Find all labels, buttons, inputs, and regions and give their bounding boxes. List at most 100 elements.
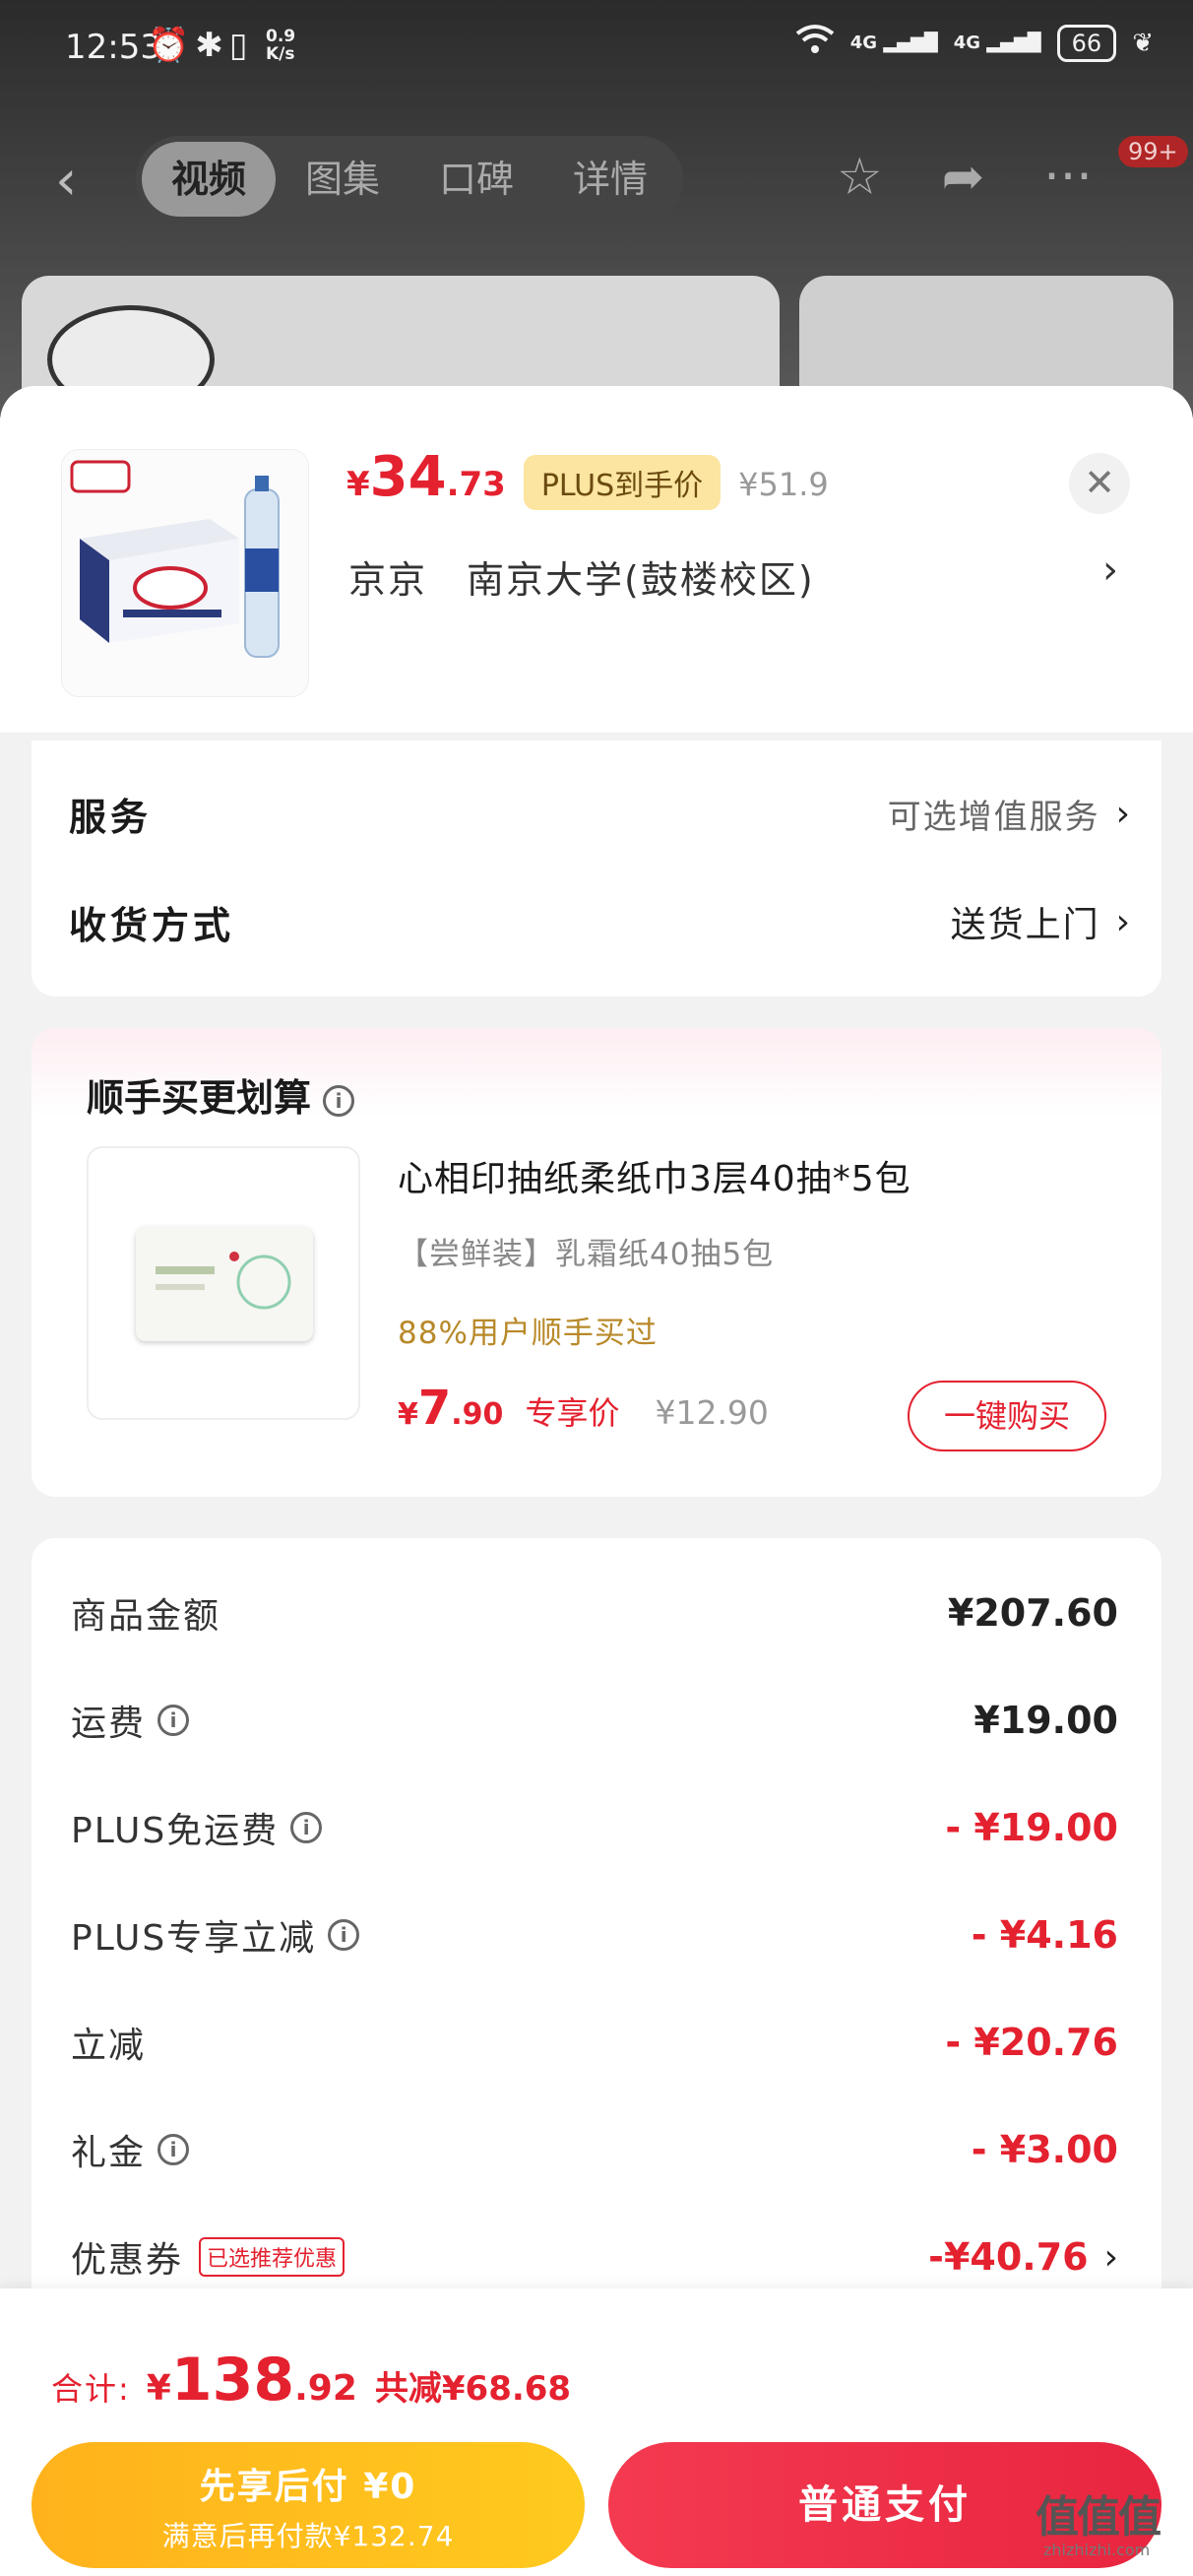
summary-value: ¥207.60 [947, 1591, 1118, 1635]
summary-row-plus-discount: PLUS专享立减 i - ¥4.16 [71, 1905, 1118, 1964]
summary-value: -¥40.76 [928, 2235, 1089, 2279]
summary-value: - ¥4.16 [971, 1913, 1118, 1957]
product-price: ¥34.73 [346, 445, 506, 509]
network-speed-unit: K/s [266, 44, 295, 64]
recommend-price-decimal: .90 [451, 1397, 504, 1432]
network-type-2: 4G [953, 32, 981, 53]
close-icon[interactable]: ✕ [1069, 453, 1130, 514]
delivery-address[interactable]: 京京 南京大学(鼓楼校区) [348, 549, 854, 604]
nav-actions: ☆ ➦ ··· [837, 148, 1093, 207]
product-tabs: 视频 图集 口碑 详情 [136, 136, 683, 223]
original-price: ¥51.9 [738, 466, 829, 503]
service-card: 服务 可选增值服务 › 收货方式 送货上门 › [31, 741, 1162, 997]
summary-label: 商品金额 [71, 1596, 221, 1637]
chevron-right-icon[interactable]: › [1102, 547, 1118, 593]
recommend-price-integer: 7 [417, 1381, 452, 1436]
watermark-logo: 值值值 [1036, 2492, 1162, 2543]
price-currency: ¥ [346, 465, 370, 504]
delivery-method-row[interactable]: 收货方式 送货上门 › [69, 892, 1130, 951]
summary-row-gift-money: 礼金 i - ¥3.00 [71, 2120, 1118, 2179]
back-arrow-icon[interactable]: ‹ [55, 154, 77, 209]
tab-video[interactable]: 视频 [142, 142, 276, 217]
signal-icon-1: 4G ▂▄▆█ [849, 32, 938, 53]
recommend-title: 顺手买更划算 i [87, 1067, 355, 1122]
price-decimal: .73 [446, 465, 506, 504]
total-integer: 138 [170, 2346, 295, 2415]
chevron-right-icon: › [1115, 793, 1130, 834]
service-value: 可选增值服务 [887, 797, 1100, 837]
wifi-icon [795, 24, 835, 62]
info-icon[interactable]: i [323, 1084, 355, 1117]
alarm-bluetooth-vibrate-icons: ⏰✱▯ [148, 26, 254, 65]
recommend-product-image[interactable] [87, 1146, 360, 1420]
recommend-title-text: 顺手买更划算 [87, 1076, 312, 1120]
service-row[interactable]: 服务 可选增值服务 › [69, 784, 1130, 843]
product-image [61, 449, 309, 697]
chevron-right-icon: › [1115, 901, 1130, 942]
recommend-price: ¥7.90 [398, 1381, 503, 1436]
summary-label: PLUS专享立减 [71, 1918, 317, 1959]
product-price-row: ¥34.73 PLUS到手价 ¥51.9 [346, 445, 829, 510]
status-right-icons: 4G ▂▄▆█ 4G ▂▄▆█ 66 ❦ [795, 24, 1154, 62]
exclusive-price-label: 专享价 [525, 1394, 620, 1432]
summary-label: 立减 [71, 2026, 147, 2066]
recommend-original-price: ¥12.90 [655, 1393, 769, 1432]
battery-icon: 66 [1056, 24, 1117, 62]
total-label: 合计: [51, 2370, 131, 2408]
summary-row-goods-amount: 商品金额 ¥207.60 [71, 1583, 1118, 1642]
info-icon[interactable]: i [157, 2134, 190, 2165]
summary-value: ¥19.00 [973, 1699, 1118, 1742]
network-speed: 0.9 K/s [266, 28, 295, 63]
product-nav-bar: ‹ 视频 图集 口碑 详情 ☆ ➦ ··· 99+ [0, 136, 1193, 225]
summary-label: 优惠券 [71, 2240, 184, 2281]
recommend-price-currency: ¥ [398, 1397, 418, 1432]
service-label: 服务 [69, 795, 153, 839]
product-header: ¥34.73 PLUS到手价 ¥51.9 ✕ 京京 南京大学(鼓楼校区) › [0, 386, 1193, 733]
delivery-method-label: 收货方式 [69, 903, 235, 947]
info-icon[interactable]: i [157, 1705, 190, 1736]
summary-value: - ¥19.00 [945, 1806, 1118, 1849]
tab-reviews[interactable]: 口碑 [409, 142, 543, 217]
price-integer: 34 [369, 445, 447, 509]
pay-later-button[interactable]: 先享后付 ¥0 满意后再付款¥132.74 [31, 2442, 585, 2568]
address-detail: 南京大学(鼓楼校区) [467, 558, 815, 602]
summary-row-plus-free-shipping: PLUS免运费 i - ¥19.00 [71, 1798, 1118, 1857]
network-speed-value: 0.9 [266, 27, 296, 46]
summary-value: - ¥20.76 [945, 2021, 1118, 2064]
summary-row-coupon[interactable]: 优惠券 已选推荐优惠 -¥40.76 › [71, 2227, 1118, 2286]
network-type-1: 4G [849, 32, 878, 53]
star-icon[interactable]: ☆ [837, 148, 883, 207]
checkout-footer: 合计: ¥138.92 共减¥68.68 先享后付 ¥0 满意后再付款¥132.… [0, 2288, 1193, 2576]
share-icon[interactable]: ➦ [942, 148, 985, 207]
leaf-icon: ❦ [1132, 28, 1154, 58]
pay-later-line1: 先享后付 ¥0 [199, 2467, 417, 2507]
summary-row-instant-discount: 立减 - ¥20.76 [71, 2013, 1118, 2072]
signal-icon-2: 4G ▂▄▆█ [953, 32, 1041, 53]
status-bar: 12:53 ⏰✱▯ 0.9 K/s 4G ▂▄▆█ 4G ▂▄▆█ 66 ❦ [0, 0, 1193, 98]
total-value: ¥138.92 [147, 2346, 357, 2415]
summary-label: PLUS免运费 [71, 1811, 280, 1851]
total-decimal: .92 [294, 2368, 357, 2409]
one-click-buy-button[interactable]: 一键购买 [908, 1381, 1106, 1451]
checkout-sheet: ¥34.73 PLUS到手价 ¥51.9 ✕ 京京 南京大学(鼓楼校区) › 服务… [0, 386, 1193, 2576]
total-currency: ¥ [146, 2368, 171, 2409]
add-on-recommendation-card: 顺手买更划算 i 心相印抽纸柔纸巾3层40抽*5包 【尝鲜装】乳霜纸40抽5包 8… [31, 1028, 1162, 1497]
plus-price-tag: PLUS到手价 [523, 455, 722, 510]
summary-value: - ¥3.00 [971, 2128, 1118, 2171]
recommend-price-row: ¥7.90 专享价 ¥12.90 [398, 1381, 769, 1436]
info-icon[interactable]: i [290, 1812, 323, 1843]
summary-row-shipping: 运费 i ¥19.00 [71, 1691, 1118, 1750]
recommend-product-name[interactable]: 心相印抽纸柔纸巾3层40抽*5包 [398, 1150, 911, 1201]
tab-details[interactable]: 详情 [543, 142, 677, 217]
more-icon[interactable]: ··· [1043, 148, 1093, 207]
total-saved: 共减¥68.68 [374, 2369, 572, 2409]
info-icon[interactable]: i [328, 1919, 360, 1951]
tissue-pack-image [136, 1227, 313, 1341]
delivery-method-value: 送货上门 [950, 905, 1100, 945]
tab-gallery[interactable]: 图集 [276, 142, 409, 217]
pay-later-line2: 满意后再付款¥132.74 [161, 2520, 455, 2552]
recommend-social-proof: 88%用户顺手买过 [398, 1316, 658, 1351]
watermark-url: zhizhizhi.com [1043, 2541, 1151, 2559]
total-row: 合计: ¥138.92 共减¥68.68 [51, 2346, 571, 2415]
summary-label: 礼金 [71, 2133, 147, 2173]
